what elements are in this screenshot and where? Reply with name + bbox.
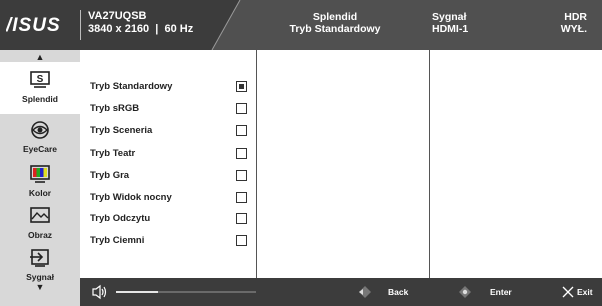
checkbox[interactable] (236, 192, 247, 203)
menu-item-night-view[interactable]: Tryb Widok nocny (90, 190, 250, 206)
image-icon (30, 207, 50, 223)
speaker-volume-icon (92, 284, 107, 300)
checkbox[interactable] (236, 148, 247, 159)
sidebar-item-splendid[interactable]: S Splendid (0, 62, 80, 114)
sidebar-item-label: Splendid (22, 94, 58, 104)
menu-item-reading[interactable]: Tryb Odczytu (90, 211, 250, 227)
sidebar: ▲ S Splendid EyeCare Kolor Obraz Sygnał … (0, 50, 80, 306)
checkbox-checked[interactable] (236, 81, 247, 92)
close-icon[interactable] (562, 286, 574, 298)
column-divider (256, 50, 257, 278)
menu-item-theater[interactable]: Tryb Teatr (90, 146, 250, 162)
hdr-title: HDR (564, 11, 587, 23)
osd-header: /ISUS VA27UQSB 3840 x 2160 | 60 Hz Splen… (0, 0, 602, 50)
menu-item-label: Tryb Teatr (90, 148, 136, 159)
header-hdr-status: HDR WYŁ. (527, 11, 587, 35)
menu-item-label: Tryb sRGB (90, 103, 140, 114)
menu-item-label: Tryb Sceneria (90, 125, 153, 136)
input-signal-icon (30, 249, 49, 267)
signal-title: Sygnał (432, 11, 467, 23)
sidebar-item-label: Kolor (28, 188, 52, 198)
checkbox[interactable] (236, 103, 247, 114)
scroll-up-arrow-icon[interactable]: ▲ (0, 52, 80, 62)
osd-footer: Back Enter Exit (80, 278, 602, 306)
hdr-value: WYŁ. (560, 23, 587, 35)
menu-item-label: Tryb Widok nocny (90, 192, 172, 203)
signal-value: HDMI-1 (432, 23, 469, 35)
checkbox[interactable] (236, 170, 247, 181)
checkbox[interactable] (236, 235, 247, 246)
menu-item-darkroom[interactable]: Tryb Ciemni (90, 233, 250, 249)
joystick-left-icon (359, 286, 371, 298)
header-signal-status: Sygnał HDMI-1 (432, 11, 502, 35)
volume-slider-fill (116, 291, 158, 293)
splendid-value: Tryb Standardowy (289, 23, 381, 35)
exit-label: Exit (577, 287, 593, 297)
back-label: Back (388, 287, 409, 297)
scroll-down-arrow-icon[interactable]: ▼ (0, 282, 80, 292)
sidebar-item-label: Obraz (27, 230, 53, 240)
svg-text:S: S (37, 74, 44, 85)
menu-item-label: Tryb Ciemni (90, 235, 145, 246)
splendid-title: Splendid (312, 11, 358, 23)
menu-item-game[interactable]: Tryb Gra (90, 168, 250, 184)
osd-menu: /ISUS VA27UQSB 3840 x 2160 | 60 Hz Splen… (0, 0, 602, 306)
checkbox[interactable] (236, 125, 247, 136)
menu-item-srgb[interactable]: Tryb sRGB (90, 101, 250, 117)
eye-icon (31, 121, 49, 139)
enter-label: Enter (490, 287, 512, 297)
checkbox[interactable] (236, 213, 247, 224)
splendid-icon: S (30, 71, 50, 88)
menu-item-label: Tryb Standardowy (90, 81, 173, 92)
sidebar-item-label: EyeCare (22, 144, 58, 154)
menu-item-scenery[interactable]: Tryb Sceneria (90, 123, 250, 139)
volume-slider[interactable] (116, 291, 256, 293)
column-divider (429, 50, 430, 278)
menu-item-label: Tryb Gra (90, 170, 130, 181)
joystick-press-icon (459, 286, 471, 298)
menu-item-standard[interactable]: Tryb Standardowy (90, 79, 250, 95)
header-splendid-status: Splendid Tryb Standardowy (275, 11, 395, 35)
menu-item-label: Tryb Odczytu (90, 213, 151, 224)
color-bars-icon (30, 165, 50, 183)
sidebar-item-label: Sygnał (26, 272, 54, 282)
